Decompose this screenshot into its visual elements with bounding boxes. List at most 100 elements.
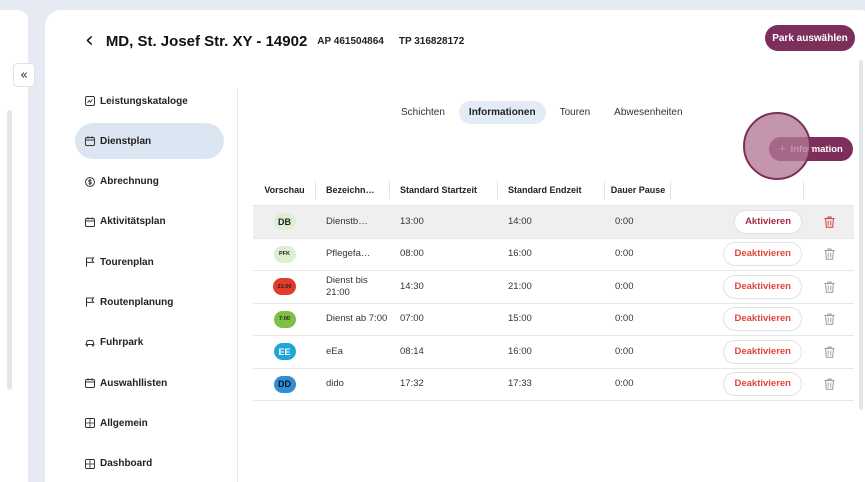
- calendar-icon: [85, 136, 95, 147]
- preview-cell: EE: [253, 336, 316, 368]
- action-cell: Aktivieren: [671, 206, 804, 238]
- col-delete: [804, 175, 854, 205]
- tab-schichten[interactable]: Schichten: [391, 101, 455, 124]
- action-cell: Deaktivieren: [671, 369, 804, 401]
- col-action: [671, 175, 804, 205]
- end-cell: 15:00: [508, 313, 532, 325]
- sidebar-item-tourenplan[interactable]: Tourenplan: [75, 244, 224, 280]
- pause-cell: 0:00: [615, 280, 634, 292]
- table-row[interactable]: 7:00 Dienst ab 7:00 07:00 15:00 0:00 Deaktivi…: [253, 304, 854, 336]
- end-cell: 16:00: [508, 345, 532, 357]
- end-cell: 16:00: [508, 248, 532, 260]
- collapse-sidebar-button[interactable]: «: [13, 63, 35, 87]
- pause-cell: 0:00: [615, 313, 634, 325]
- sidebar-item-auswahllisten[interactable]: Auswahllisten: [75, 365, 224, 401]
- end-cell: 17:33: [508, 378, 532, 390]
- name-cell: Dienstb…: [326, 215, 368, 227]
- start-cell: 07:00: [400, 313, 424, 325]
- start-cell: 14:30: [400, 280, 424, 292]
- trash-icon[interactable]: [824, 216, 835, 228]
- action-cell: Deaktivieren: [671, 239, 804, 271]
- delete-cell: [804, 206, 854, 238]
- sidebar-item-label: Aktivitätsplan: [100, 216, 166, 228]
- table-row[interactable]: DD dido 17:32 17:33 0:00 Deaktivieren: [253, 369, 854, 401]
- sidebar-item-dashboard[interactable]: Dashboard: [75, 446, 224, 482]
- action-cell: Deaktivieren: [671, 336, 804, 368]
- delete-cell: [804, 239, 854, 271]
- table-row[interactable]: EE eEa 08:14 16:00 0:00 Deaktivieren: [253, 336, 854, 369]
- trash-icon[interactable]: [824, 313, 835, 326]
- sidebar-item-dienstplan[interactable]: Dienstplan: [75, 123, 224, 160]
- grid-icon: [85, 418, 95, 429]
- table-header: Vorschau Bezeichn… Standard Startzeit St…: [253, 175, 854, 206]
- tp-number: TP 316828172: [398, 35, 465, 47]
- table-row[interactable]: PFK Pflegefa… 08:00 16:00 0:00 Deaktivieren: [253, 239, 854, 271]
- preview-badge: EE: [273, 343, 296, 361]
- activate-button[interactable]: Aktivieren: [734, 209, 802, 234]
- sidebar-item-allgemein[interactable]: Allgemein: [75, 405, 224, 441]
- back-chevron-icon[interactable]: ‹: [85, 30, 94, 52]
- preview-badge: DD: [273, 375, 296, 393]
- name-cell: Pflegefa…: [326, 248, 371, 260]
- grid-icon: [85, 458, 95, 469]
- preview-cell: 7:00: [253, 304, 316, 336]
- col-end[interactable]: Standard Endzeit: [498, 175, 605, 205]
- col-name[interactable]: Bezeichn…: [316, 175, 390, 205]
- sidebar-item-label: Leistungskataloge: [100, 95, 188, 107]
- dollar-icon: [85, 176, 95, 187]
- col-preview: Vorschau: [253, 175, 316, 205]
- main-card: ‹ MD, St. Josef Str. XY - 14902 AP 46150…: [45, 10, 865, 482]
- rail-scrollbar[interactable]: [7, 110, 12, 390]
- deactivate-button[interactable]: Deaktivieren: [723, 339, 802, 364]
- ap-number: AP 461504864: [317, 35, 384, 47]
- sidebar-item-leistungskataloge[interactable]: Leistungskataloge: [75, 83, 224, 119]
- action-cell: Deaktivieren: [671, 271, 804, 303]
- trash-icon[interactable]: [824, 281, 835, 293]
- preview-cell: PFK: [253, 239, 316, 271]
- sidebar-item-label: Allgemein: [100, 417, 148, 429]
- col-pause[interactable]: Dauer Pause: [605, 175, 671, 205]
- sidebar-item-abrechnung[interactable]: Abrechnung: [75, 164, 224, 200]
- trash-icon[interactable]: [824, 346, 835, 358]
- sidebar-item-label: Tourenplan: [100, 256, 154, 268]
- information-table: Vorschau Bezeichn… Standard Startzeit St…: [253, 175, 854, 401]
- sidebar-item-fuhrpark[interactable]: Fuhrpark: [75, 325, 224, 361]
- calendar-icon: [85, 217, 95, 227]
- add-information-button[interactable]: + Information: [769, 137, 853, 161]
- tab-bar: Schichten Informationen Touren Abwesenheite…: [391, 101, 693, 124]
- col-start[interactable]: Standard Startzeit: [390, 175, 498, 205]
- start-cell: 08:00: [400, 248, 424, 260]
- tab-abwesenheiten[interactable]: Abwesenheiten: [604, 101, 692, 124]
- table-row[interactable]: 21:00 Dienst bis 21:00 14:30 21:00 0:00 Deakt…: [253, 271, 854, 304]
- sidebar-divider: [237, 88, 238, 482]
- deactivate-button[interactable]: Deaktivieren: [723, 242, 802, 267]
- deactivate-button[interactable]: Deaktivieren: [723, 372, 802, 397]
- deactivate-button[interactable]: Deaktivieren: [723, 307, 802, 332]
- sidebar-item-aktivitätsplan[interactable]: Aktivitätsplan: [75, 204, 224, 240]
- page-header: ‹ MD, St. Josef Str. XY - 14902 AP 46150…: [85, 30, 464, 52]
- preview-badge: DB: [273, 213, 296, 231]
- name-cell: Dienst ab 7:00: [326, 313, 388, 325]
- tab-touren[interactable]: Touren: [550, 101, 601, 124]
- flag-icon: [85, 257, 95, 267]
- flag-icon: [85, 297, 95, 308]
- deactivate-button[interactable]: Deaktivieren: [723, 274, 802, 299]
- table-row[interactable]: DB Dienstb… 13:00 14:00 0:00 Aktivieren: [253, 206, 854, 239]
- trash-icon[interactable]: [824, 378, 835, 391]
- sidebar-item-label: Dienstplan: [100, 135, 152, 147]
- pause-cell: 0:00: [615, 215, 634, 227]
- catalog-icon: [85, 96, 95, 106]
- name-cell: Dienst bis 21:00: [326, 274, 368, 298]
- sidebar-item-routenplanung[interactable]: Routenplanung: [75, 284, 224, 320]
- start-cell: 13:00: [400, 215, 424, 227]
- park-select-button[interactable]: Park auswählen: [765, 25, 855, 51]
- tab-informationen[interactable]: Informationen: [458, 101, 546, 124]
- start-cell: 08:14: [400, 345, 424, 357]
- start-cell: 17:32: [400, 378, 424, 390]
- end-cell: 14:00: [508, 215, 532, 227]
- preview-badge: 21:00: [273, 278, 296, 296]
- calendar-icon: [85, 378, 95, 389]
- end-cell: 21:00: [508, 280, 532, 292]
- trash-icon[interactable]: [824, 248, 835, 261]
- page-scrollbar[interactable]: [859, 60, 863, 410]
